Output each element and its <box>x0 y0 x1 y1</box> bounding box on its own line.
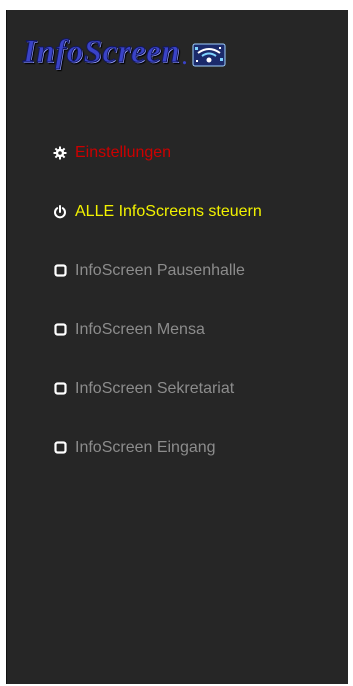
square-icon <box>53 441 67 455</box>
menu-label-all-screens: ALLE InfoScreens steuern <box>75 202 262 220</box>
app-logo[interactable]: InfoScreen . <box>22 34 226 70</box>
menu-label-settings: Einstellungen <box>75 143 172 161</box>
menu-item-eingang[interactable]: InfoScreen Eingang <box>53 418 262 477</box>
main-menu: Einstellungen ALLE InfoScreens steuern I… <box>53 123 262 477</box>
logo-text: InfoScreen <box>22 34 181 70</box>
menu-item-all-screens[interactable]: ALLE InfoScreens steuern <box>53 182 262 241</box>
square-icon <box>53 264 67 278</box>
sidebar: InfoScreen . Einstellungen ALLE InfoScre… <box>6 10 348 684</box>
gear-icon <box>53 146 67 160</box>
square-icon <box>53 382 67 396</box>
menu-label-pausenhalle: InfoScreen Pausenhalle <box>75 261 245 279</box>
wifi-network-icon <box>192 43 226 67</box>
menu-item-pausenhalle[interactable]: InfoScreen Pausenhalle <box>53 241 262 300</box>
menu-label-mensa: InfoScreen Mensa <box>75 320 205 338</box>
menu-label-eingang: InfoScreen Eingang <box>75 438 216 456</box>
menu-item-sekretariat[interactable]: InfoScreen Sekretariat <box>53 359 262 418</box>
power-icon <box>53 204 67 219</box>
logo-dot: . <box>181 41 188 70</box>
square-icon <box>53 323 67 337</box>
menu-item-mensa[interactable]: InfoScreen Mensa <box>53 300 262 359</box>
menu-label-sekretariat: InfoScreen Sekretariat <box>75 379 235 397</box>
menu-item-settings[interactable]: Einstellungen <box>53 123 262 182</box>
